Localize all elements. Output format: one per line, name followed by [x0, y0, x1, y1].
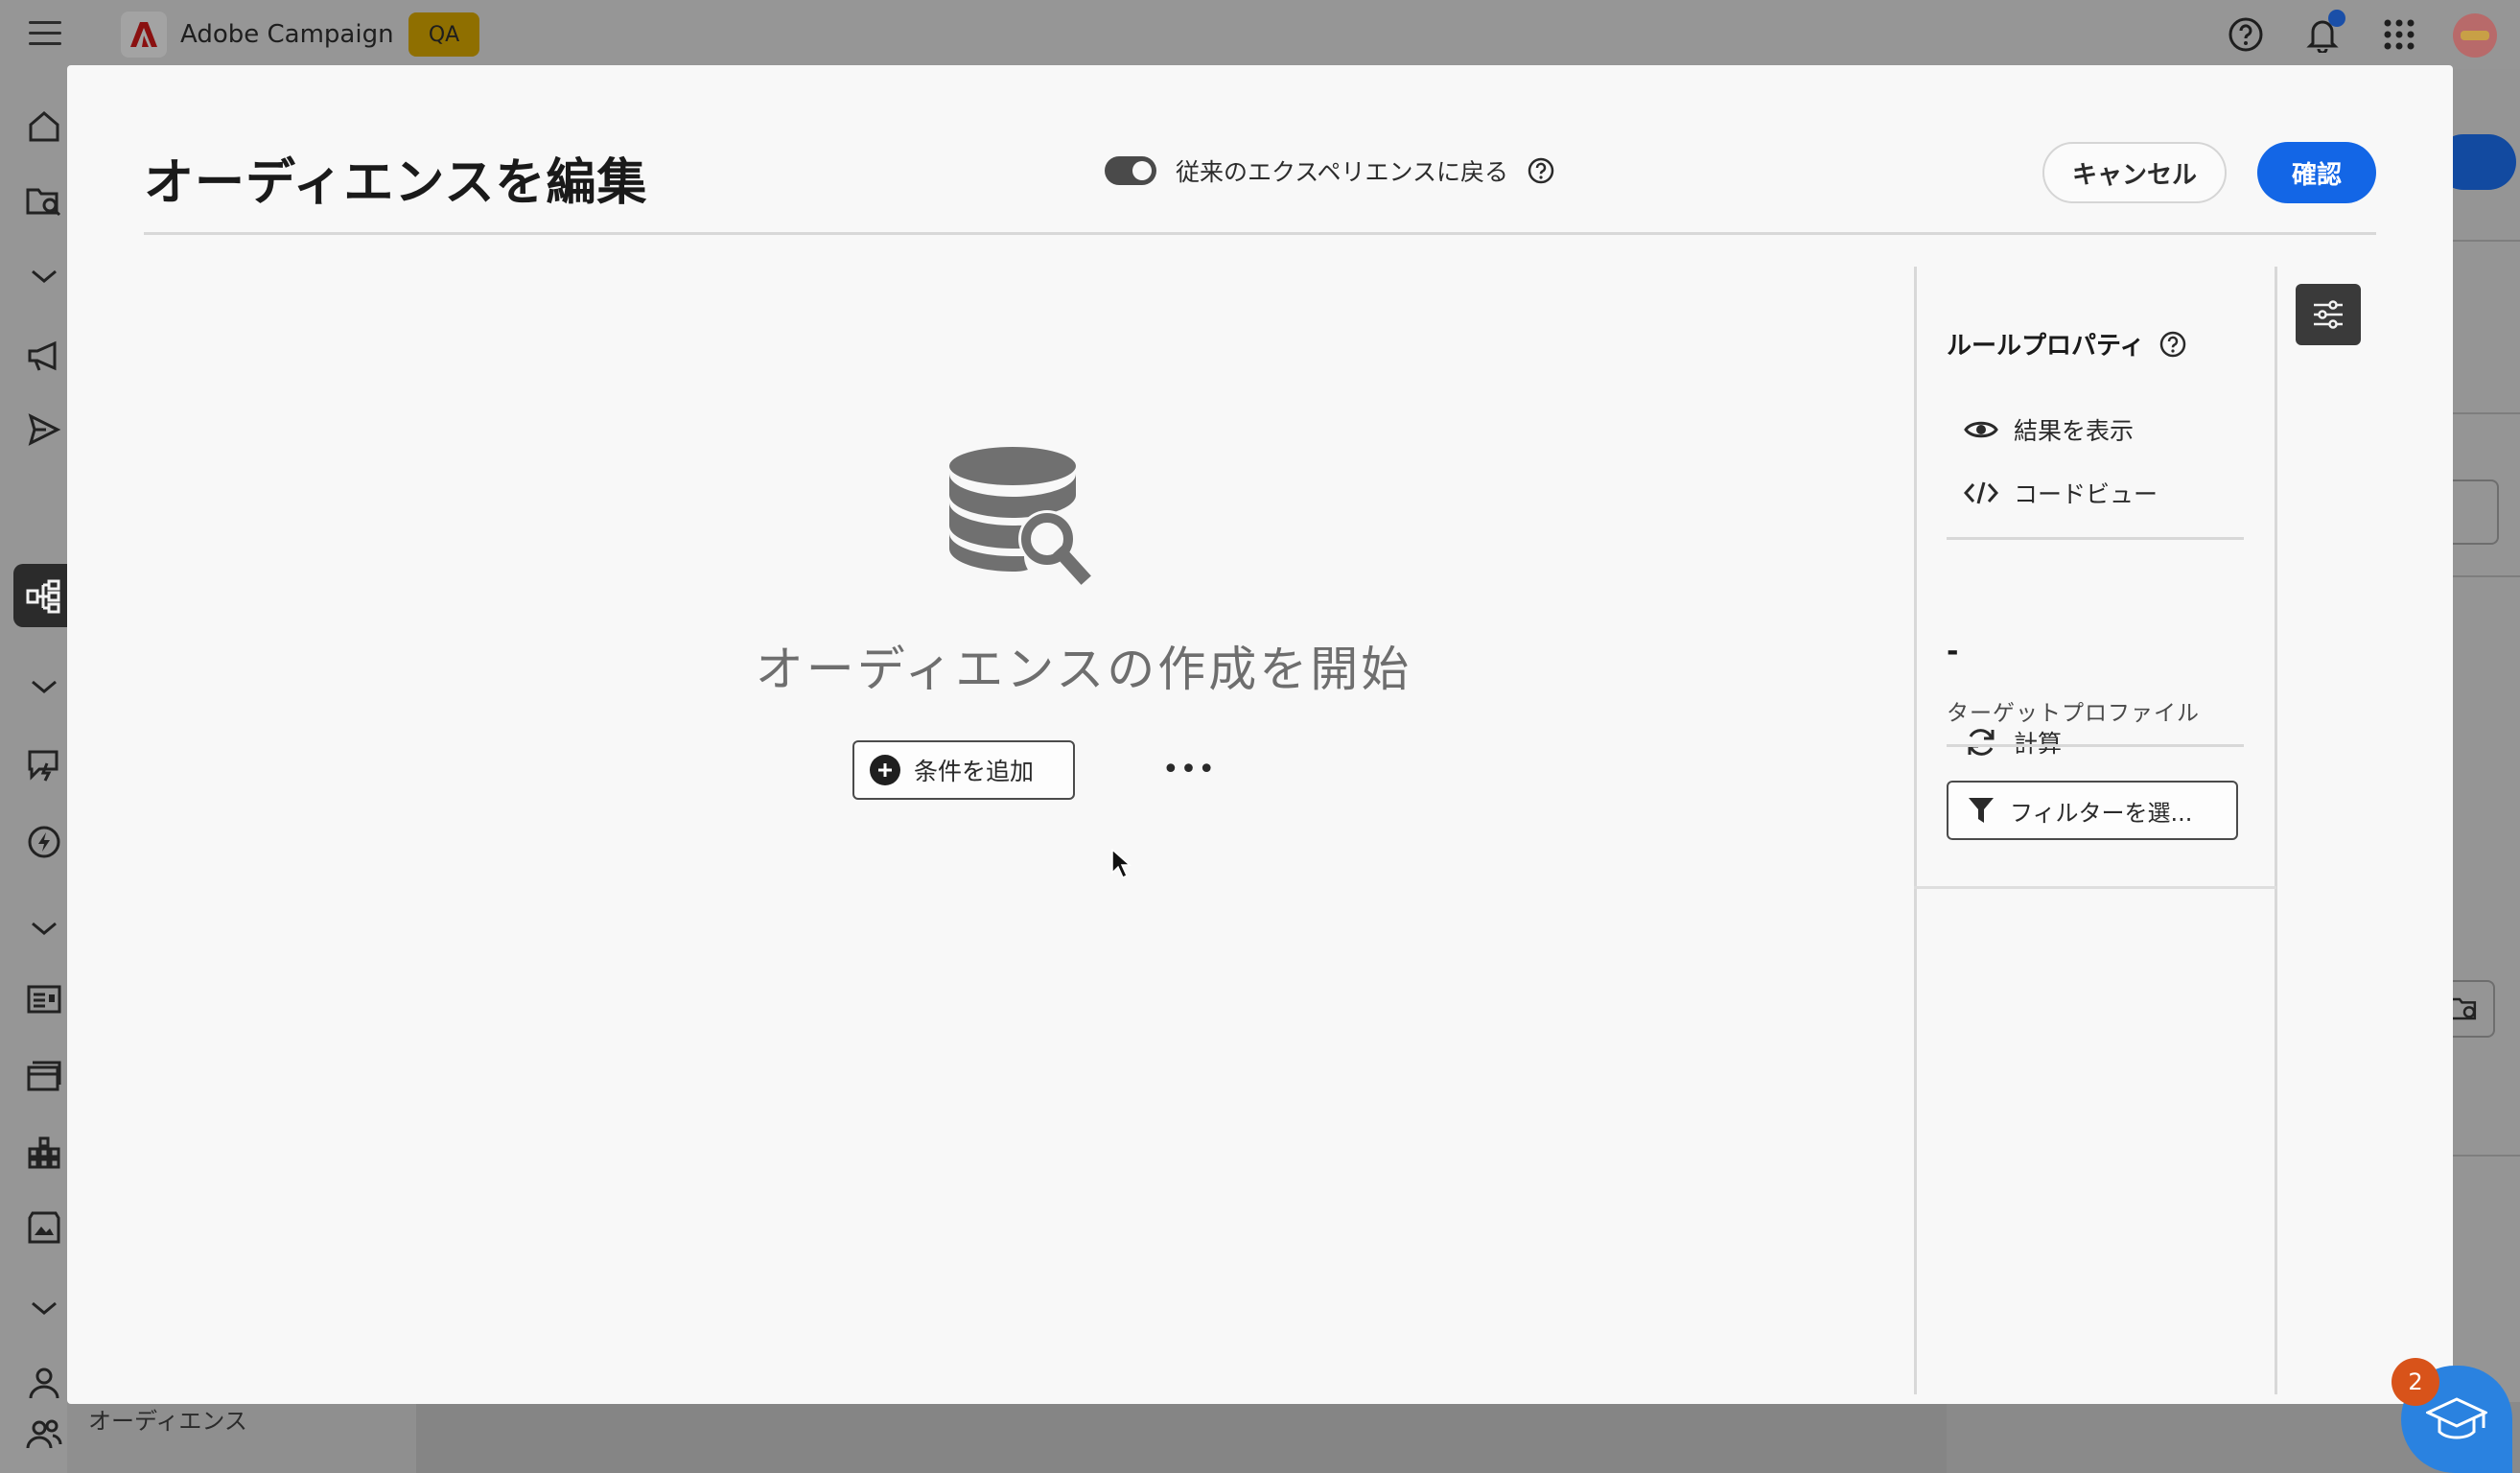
chevron-down-icon[interactable] [25, 909, 63, 947]
panel-divider-left [1914, 267, 1917, 1394]
background-divider [2453, 412, 2520, 414]
audiences-icon[interactable] [25, 1415, 63, 1454]
calculate-label: 計算 [2014, 730, 2063, 758]
bolt-circle-icon[interactable] [25, 823, 63, 861]
database-search-icon [947, 445, 1158, 656]
eye-icon [1962, 413, 2000, 446]
confirm-button[interactable]: 確認 [2257, 142, 2376, 203]
message-bolt-icon[interactable] [25, 746, 63, 784]
explorer-search-icon[interactable] [25, 182, 63, 221]
sliders-icon [2312, 300, 2345, 329]
legacy-experience-toggle[interactable] [1105, 156, 1156, 185]
adobe-logo-icon [121, 12, 167, 58]
settings-sliders-button[interactable] [2296, 284, 2361, 345]
notification-dot [2328, 10, 2345, 27]
panel-section-divider [1914, 886, 2276, 889]
filter-funnel-icon [1968, 796, 1995, 825]
panel-divider [1947, 744, 2244, 747]
dialog-title: オーディエンスを編集 [144, 154, 648, 212]
background-divider [2453, 1155, 2520, 1157]
learn-notification-badge: 2 [2392, 1358, 2439, 1406]
background-content-area [416, 1402, 1950, 1473]
chevron-down-icon[interactable] [25, 667, 63, 706]
rule-properties-label: ルールプロパティ [1947, 332, 2145, 361]
header-divider [144, 232, 2376, 235]
chevron-down-icon[interactable] [25, 1289, 63, 1327]
assets-image-icon[interactable] [25, 1208, 63, 1247]
background-divider [2453, 240, 2520, 242]
code-view-label: コードビュー [2014, 480, 2158, 508]
code-view-link[interactable]: コードビュー [1962, 474, 2158, 512]
menu-icon[interactable] [29, 21, 61, 48]
legacy-experience-toggle-group: 従来のエクスペリエンスに戻る [1105, 153, 1554, 188]
legacy-experience-label: 従来のエクスペリエンスに戻る [1176, 158, 1509, 186]
user-avatar[interactable] [2453, 13, 2497, 58]
left-navigation-rail [0, 69, 67, 1473]
panel-divider-right [2275, 267, 2277, 1394]
profile-icon[interactable] [25, 1364, 63, 1402]
target-profiles-label: ターゲットプロファイル [1947, 701, 2200, 726]
workflow-icon[interactable] [25, 577, 63, 616]
background-divider [2453, 575, 2520, 577]
empty-state-title: オーディエンスの作成を開始 [755, 642, 1412, 697]
content-template-icon[interactable] [25, 980, 63, 1018]
more-actions-button[interactable]: ••• [1162, 748, 1215, 790]
edit-audience-dialog: オーディエンスを編集 従来のエクスペリエンスに戻る キャンセル 確認 オーディエ… [67, 65, 2453, 1404]
cancel-button[interactable]: キャンセル [2042, 142, 2227, 203]
mouse-cursor-icon [1110, 848, 1133, 880]
components-grid-icon[interactable] [25, 1134, 63, 1172]
sidebar-item-audiences-label[interactable]: オーディエンス [88, 1402, 247, 1436]
fragments-icon[interactable] [25, 1057, 63, 1095]
select-filter-label: フィルターを選... [2010, 799, 2193, 827]
code-icon [1962, 477, 2000, 509]
calculate-button[interactable]: 計算 [1962, 723, 2062, 761]
help-icon[interactable] [2159, 331, 2186, 358]
graduation-cap-icon [2426, 1395, 2487, 1443]
help-icon[interactable] [2227, 15, 2265, 54]
rule-properties-title: ルールプロパティ [1947, 326, 2186, 362]
select-filter-button[interactable]: フィルターを選... [1947, 781, 2238, 840]
chevron-down-icon[interactable] [25, 257, 63, 295]
campaign-megaphone-icon[interactable] [25, 338, 63, 376]
home-icon[interactable] [25, 107, 63, 146]
add-condition-button[interactable]: 条件を追加 [852, 740, 1075, 800]
app-top-bar: Adobe Campaign QA [0, 0, 2520, 69]
show-results-label: 結果を表示 [2014, 417, 2135, 445]
help-icon[interactable] [1528, 157, 1554, 184]
add-circle-icon [870, 755, 900, 785]
apps-grid-icon[interactable] [2380, 15, 2418, 54]
send-icon[interactable] [25, 410, 63, 449]
add-condition-label: 条件を追加 [914, 758, 1035, 785]
refresh-icon [1962, 726, 2000, 759]
environment-badge: QA [408, 12, 479, 57]
app-brand[interactable]: Adobe Campaign [121, 12, 394, 58]
target-profiles-count: - [1947, 635, 1959, 668]
app-name: Adobe Campaign [180, 20, 394, 49]
show-results-link[interactable]: 結果を表示 [1962, 410, 2134, 449]
background-right-column [2453, 69, 2520, 1402]
panel-divider [1947, 537, 2244, 540]
